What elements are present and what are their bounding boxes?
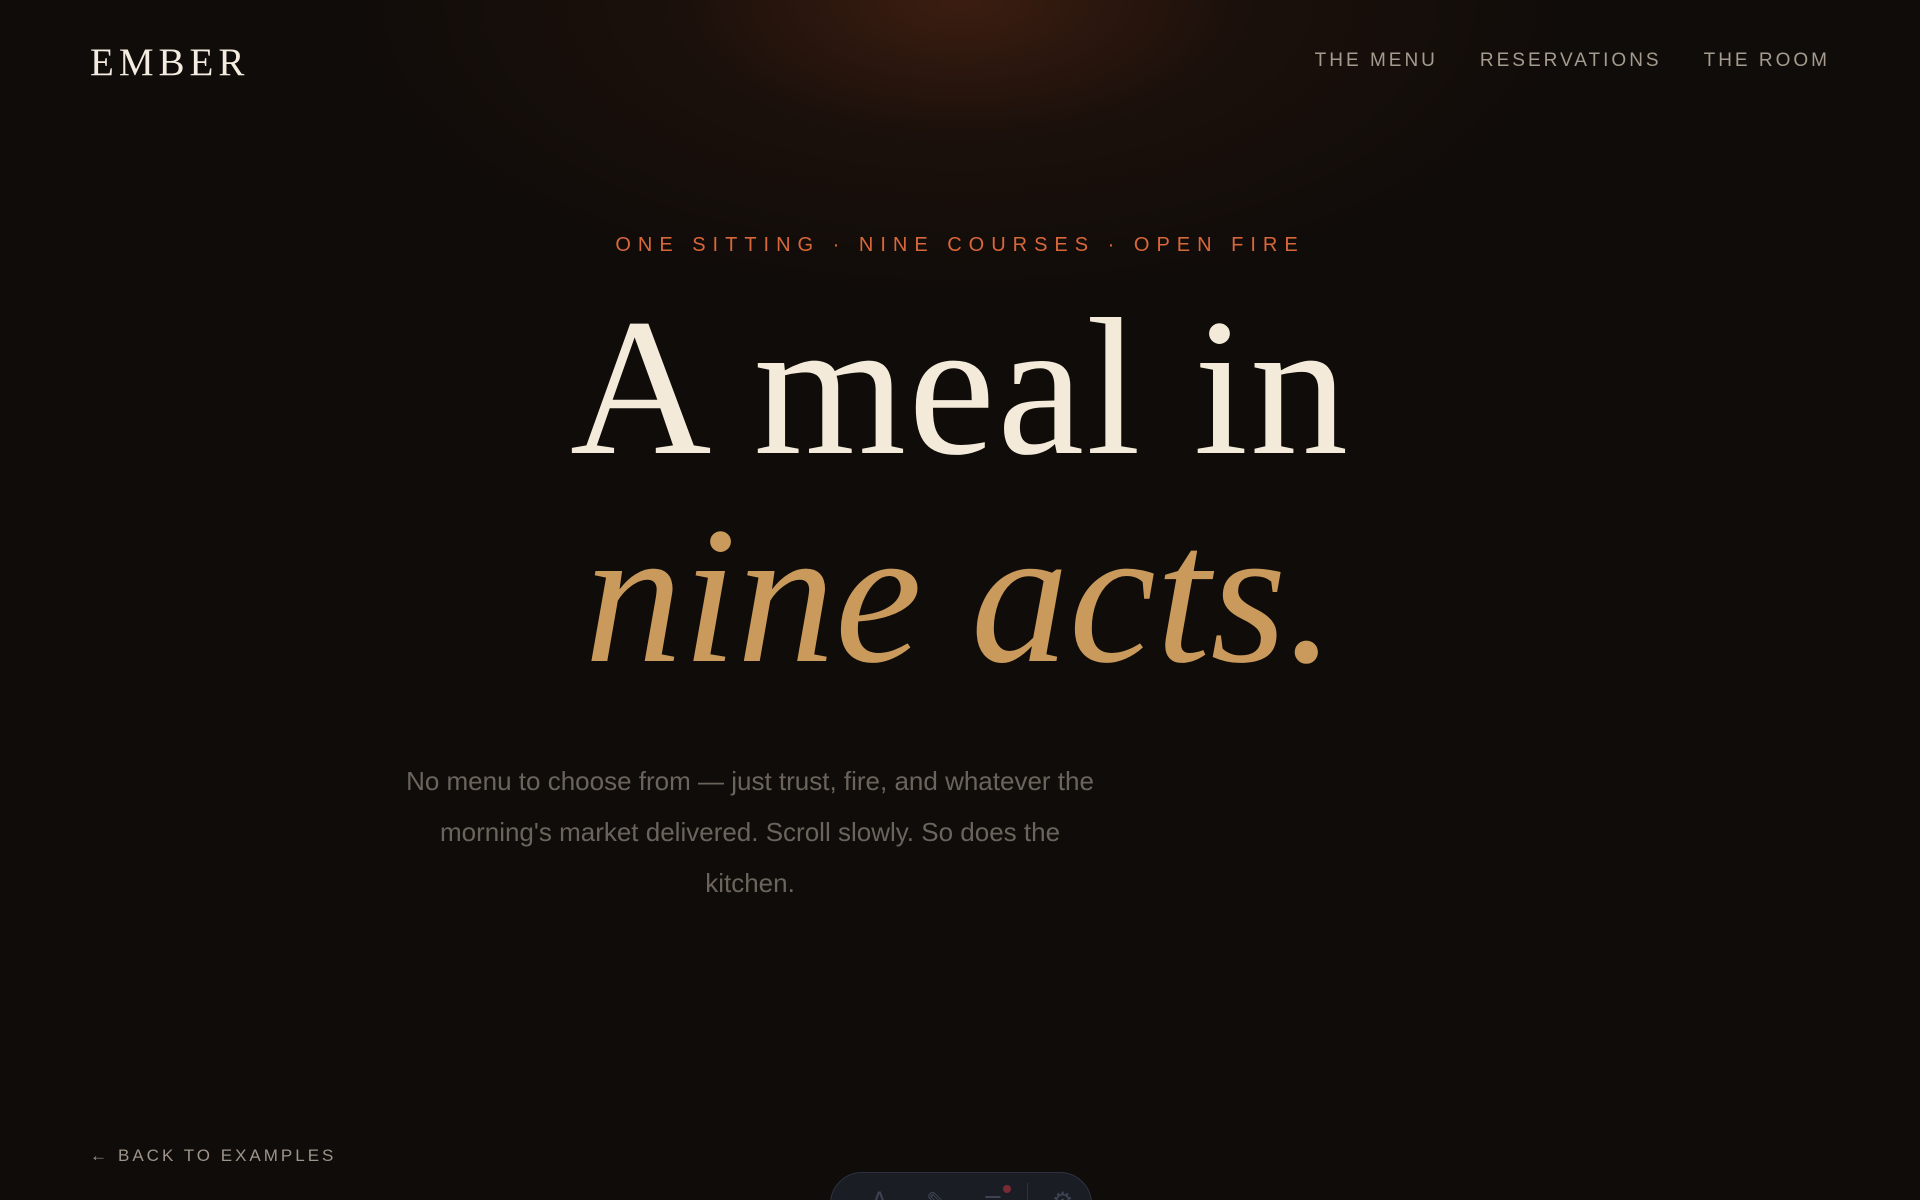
brand-logo[interactable]: EMBER [90,40,249,85]
hero-headline: A meal in nine acts. [0,290,1920,698]
back-to-examples-link[interactable]: ← BACK TO EXAMPLES [90,1146,336,1166]
top-nav: EMBER THE MENU RESERVATIONS THE ROOM [0,0,1920,124]
nav-link-the-room[interactable]: THE ROOM [1704,50,1830,72]
list-icon-glyph: ≡ [983,1187,1003,1200]
toolbar-divider [1027,1183,1029,1200]
headline-line-1: A meal in [569,279,1351,496]
hero-eyebrow: ONE SITTING · NINE COURSES · OPEN FIRE [615,234,1305,256]
floating-toolbar: A ✎ ≡ ⚙ [830,1172,1092,1200]
nav-link-reservations[interactable]: RESERVATIONS [1480,50,1662,72]
back-link-label: BACK TO EXAMPLES [118,1146,337,1165]
list-icon[interactable]: ≡ [965,1185,1022,1200]
nav-link-the-menu[interactable]: THE MENU [1315,50,1438,72]
hero-subcopy: No menu to choose from — just trust, fir… [406,766,1094,898]
arrow-left-icon: ← [90,1146,110,1165]
gear-icon[interactable]: ⚙ [1034,1187,1091,1200]
text-icon[interactable]: A [851,1187,908,1200]
pen-icon[interactable]: ✎ [908,1187,965,1200]
headline-line-2: nine acts. [584,487,1336,704]
nav-links: THE MENU RESERVATIONS THE ROOM [1315,50,1830,72]
notification-dot [1003,1185,1012,1193]
